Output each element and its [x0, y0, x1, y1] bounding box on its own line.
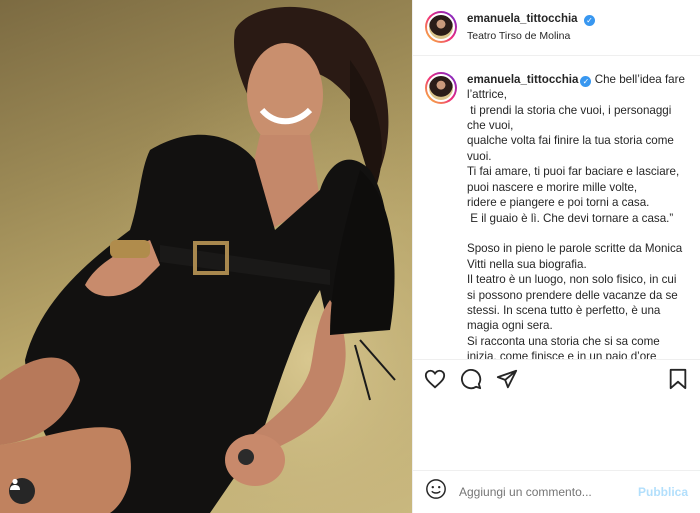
caption-text: emanuela_tittocchia ✓ Che bell’idea fare …	[467, 72, 688, 359]
comments-section[interactable]: emanuela_tittocchia ✓ Che bell’idea fare …	[413, 56, 700, 359]
like-button[interactable]	[423, 367, 447, 391]
add-comment-bar: Pubblica	[413, 469, 700, 513]
user-tag-button[interactable]	[9, 478, 35, 504]
emoji-button[interactable]	[425, 478, 447, 505]
header-username[interactable]: emanuela_tittocchia	[467, 13, 578, 25]
share-icon	[496, 369, 518, 388]
header-text: emanuela_tittocchia ✓ Teatro Tirso de Mo…	[467, 9, 596, 45]
caption-avatar[interactable]	[425, 71, 457, 104]
likes-area	[413, 398, 700, 470]
location-link[interactable]: Teatro Tirso de Molina	[467, 28, 595, 45]
bookmark-icon	[669, 368, 687, 389]
post-sidebar: emanuela_tittocchia ✓ Teatro Tirso de Mo…	[412, 0, 700, 513]
action-bar	[413, 358, 700, 398]
photo-illustration	[0, 0, 412, 513]
post-photo[interactable]	[0, 0, 412, 513]
comment-input[interactable]	[457, 483, 638, 500]
caption-verified-badge-icon: ✓	[580, 75, 592, 87]
save-button[interactable]	[666, 367, 690, 391]
avatar[interactable]	[425, 11, 457, 44]
caption-body: Che bell’idea fare l’attrice, ti prendi …	[467, 72, 685, 359]
caption-username[interactable]: emanuela_tittocchia	[467, 73, 578, 86]
emoji-icon	[426, 479, 446, 500]
caption-row: emanuela_tittocchia ✓ Che bell’idea fare …	[425, 71, 688, 359]
instagram-post: emanuela_tittocchia ✓ Teatro Tirso de Mo…	[0, 0, 700, 513]
publish-button[interactable]: Pubblica	[638, 485, 688, 499]
comment-button[interactable]	[459, 367, 483, 391]
share-button[interactable]	[495, 367, 519, 391]
user-icon	[10, 478, 20, 490]
post-header: emanuela_tittocchia ✓ Teatro Tirso de Mo…	[413, 0, 700, 56]
heart-icon	[424, 369, 446, 389]
verified-badge-icon: ✓	[584, 15, 596, 27]
comment-icon	[461, 368, 482, 389]
